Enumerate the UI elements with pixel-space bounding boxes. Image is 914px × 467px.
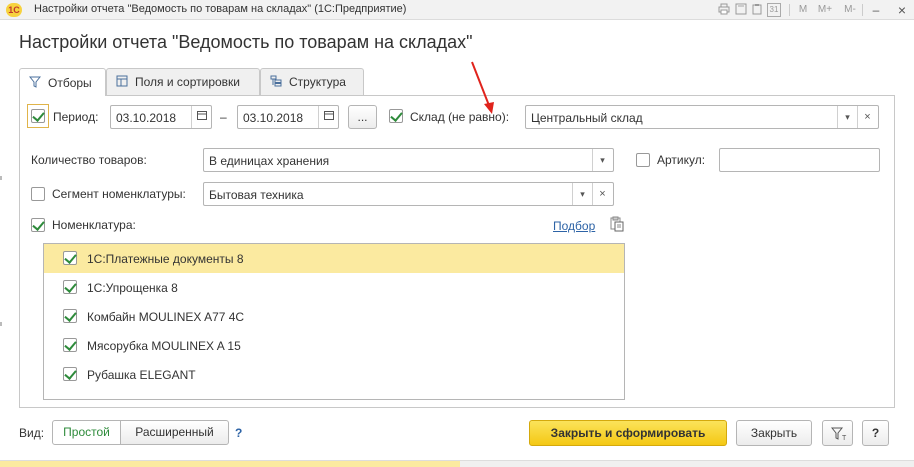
view-help-link[interactable]: ? <box>235 425 242 441</box>
nomenclature-checkbox[interactable] <box>31 218 45 232</box>
period-dash: – <box>220 110 227 124</box>
article-field[interactable] <box>719 148 880 172</box>
memory-add-button[interactable]: M+ <box>816 3 834 17</box>
window-close-button[interactable]: × <box>894 2 910 18</box>
segment-value: Бытовая техника <box>209 188 304 202</box>
clipboard-icon[interactable] <box>751 3 763 17</box>
background-window-edge <box>0 322 2 326</box>
tab-label: Структура <box>289 75 346 89</box>
pick-link[interactable]: Подбор <box>553 218 595 234</box>
list-item-checkbox[interactable] <box>63 309 77 323</box>
background-window-strip <box>0 460 914 467</box>
segment-checkbox[interactable] <box>31 187 45 201</box>
warehouse-value: Центральный склад <box>531 111 643 125</box>
list-item-checkbox[interactable] <box>63 280 77 294</box>
list-item[interactable]: Комбайн MOULINEX A77 4C <box>44 302 624 331</box>
window-title-bar: 1С Настройки отчета "Ведомость по товара… <box>0 0 914 20</box>
view-label: Вид: <box>19 426 45 440</box>
clear-icon[interactable]: × <box>857 106 877 128</box>
view-simple-button[interactable]: Простой <box>52 420 121 445</box>
calendar-icon[interactable] <box>318 106 338 128</box>
dropdown-arrow-icon[interactable]: ▾ <box>572 183 592 205</box>
app-logo-icon: 1С <box>6 3 22 17</box>
list-item-checkbox[interactable] <box>63 251 77 265</box>
list-item-label: 1С:Упрощенка 8 <box>87 281 178 295</box>
window-title: Настройки отчета "Ведомость по товарам н… <box>34 3 407 15</box>
calendar-icon[interactable] <box>191 106 211 128</box>
period-from-value: 03.10.2018 <box>116 111 177 125</box>
list-item-label: 1С:Платежные документы 8 <box>87 252 244 266</box>
memory-button[interactable]: M <box>797 3 809 17</box>
period-to-field[interactable]: 03.10.2018 <box>237 105 339 129</box>
list-item-label: Комбайн MOULINEX A77 4C <box>87 310 245 324</box>
list-item[interactable]: 1С:Упрощенка 8 <box>44 273 624 302</box>
calendar-icon[interactable]: 31 <box>767 3 781 17</box>
period-checkbox[interactable] <box>31 109 45 123</box>
quantity-label: Количество товаров: <box>31 153 147 167</box>
warehouse-checkbox[interactable] <box>389 109 403 123</box>
toolbar-separator <box>789 4 790 16</box>
period-label: Период: <box>53 110 99 124</box>
view-extended-button[interactable]: Расширенный <box>120 420 229 445</box>
filter-settings-icon: T <box>830 426 847 448</box>
help-button[interactable]: ? <box>862 420 889 446</box>
annotation-arrow-icon <box>471 61 494 114</box>
period-to-value: 03.10.2018 <box>243 111 304 125</box>
article-checkbox[interactable] <box>636 153 650 167</box>
list-item[interactable]: Рубашка ELEGANT <box>44 360 624 389</box>
background-selection <box>0 461 460 467</box>
toolbar-separator <box>862 4 863 16</box>
segment-field[interactable]: Бытовая техника ▾ × <box>203 182 614 206</box>
article-label: Артикул: <box>657 153 706 167</box>
dropdown-arrow-icon[interactable]: ▾ <box>592 149 612 171</box>
segment-label: Сегмент номенклатуры: <box>52 187 186 201</box>
minimize-button[interactable]: – <box>870 3 882 17</box>
close-and-generate-button[interactable]: Закрыть и сформировать <box>529 420 727 446</box>
printer-icon[interactable] <box>718 3 730 17</box>
filter-settings-button[interactable]: T <box>822 420 853 446</box>
paste-icon[interactable] <box>610 216 624 232</box>
nomenclature-list[interactable]: 1С:Платежные документы 8 1С:Упрощенка 8 … <box>43 243 625 400</box>
clear-icon[interactable]: × <box>592 183 612 205</box>
period-from-field[interactable]: 03.10.2018 <box>110 105 212 129</box>
dropdown-arrow-icon[interactable]: ▾ <box>837 106 857 128</box>
form-title: Настройки отчета "Ведомость по товарам н… <box>19 32 473 52</box>
period-select-button[interactable]: ... <box>348 105 377 129</box>
tab-filters[interactable]: Отборы <box>19 68 106 96</box>
quantity-field[interactable]: В единицах хранения ▾ <box>203 148 614 172</box>
list-item-checkbox[interactable] <box>63 338 77 352</box>
list-item-label: Рубашка ELEGANT <box>87 368 196 382</box>
list-item[interactable]: Мясорубка MOULINEX A 15 <box>44 331 624 360</box>
close-button[interactable]: Закрыть <box>736 420 812 446</box>
table-icon <box>115 75 129 89</box>
filter-icon <box>28 76 42 90</box>
list-item[interactable]: 1С:Платежные документы 8 <box>44 244 624 273</box>
warehouse-field[interactable]: Центральный склад ▾ × <box>525 105 879 129</box>
tab-structure[interactable]: Структура <box>260 68 364 95</box>
structure-icon <box>269 75 283 89</box>
tab-label: Отборы <box>48 75 92 90</box>
list-item-checkbox[interactable] <box>63 367 77 381</box>
nomenclature-label: Номенклатура: <box>52 218 136 232</box>
background-window-edge <box>0 176 2 180</box>
save-icon[interactable] <box>735 3 747 17</box>
tab-label: Поля и сортировки <box>135 75 240 89</box>
tab-fields-and-sorting[interactable]: Поля и сортировки <box>106 68 260 95</box>
memory-subtract-button[interactable]: M- <box>841 3 859 17</box>
svg-text:T: T <box>842 435 847 441</box>
list-item-label: Мясорубка MOULINEX A 15 <box>87 339 241 353</box>
quantity-value: В единицах хранения <box>209 154 330 168</box>
